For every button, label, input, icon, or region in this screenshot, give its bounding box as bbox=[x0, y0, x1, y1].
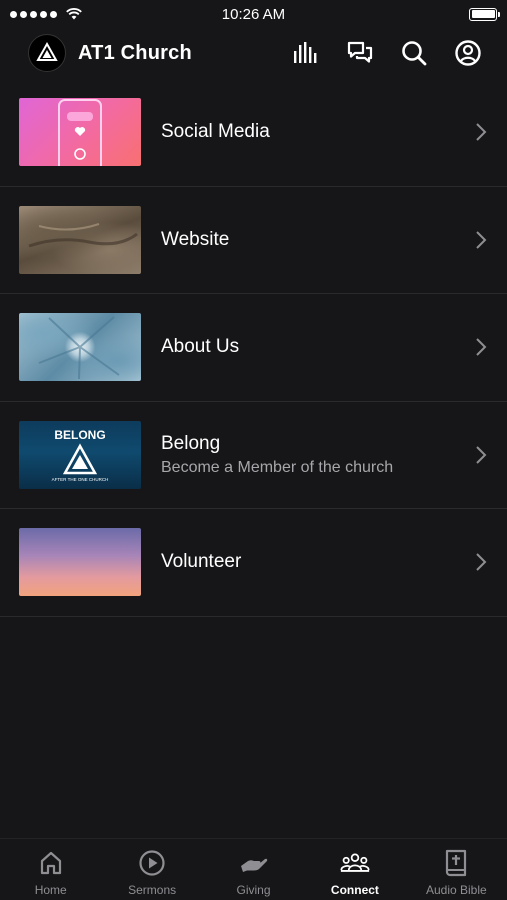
volunteer-thumbnail bbox=[19, 528, 141, 597]
connect-list: Social Media Website About Us BELONG AFT… bbox=[0, 79, 507, 617]
chevron-right-icon bbox=[476, 553, 487, 571]
list-item-belong[interactable]: BELONG AFTER THE ONE CHURCH Belong Becom… bbox=[0, 402, 507, 509]
belong-thumb-caption: AFTER THE ONE CHURCH bbox=[52, 477, 109, 482]
list-item-about-us[interactable]: About Us bbox=[0, 294, 507, 402]
tab-home[interactable]: Home bbox=[0, 839, 101, 900]
list-item-title: Website bbox=[161, 228, 230, 250]
church-logo[interactable] bbox=[28, 34, 66, 72]
list-item-title: Belong bbox=[161, 432, 221, 454]
app-title: AT1 Church bbox=[78, 41, 192, 64]
play-circle-icon bbox=[137, 848, 167, 878]
list-item-volunteer[interactable]: Volunteer bbox=[0, 509, 507, 617]
chat-icon[interactable] bbox=[345, 38, 375, 68]
social-media-thumbnail bbox=[19, 98, 141, 167]
cellular-signal-icon bbox=[10, 8, 82, 20]
list-item-title: Social Media bbox=[161, 121, 270, 143]
giving-hand-icon bbox=[239, 848, 269, 878]
tab-sermons[interactable]: Sermons bbox=[101, 839, 202, 900]
chevron-right-icon bbox=[476, 231, 487, 249]
tab-label: Sermons bbox=[128, 883, 177, 897]
list-item-title: Volunteer bbox=[161, 551, 242, 573]
chevron-right-icon bbox=[476, 123, 487, 141]
tab-label: Giving bbox=[236, 883, 271, 897]
home-icon bbox=[36, 848, 66, 878]
tab-connect[interactable]: Connect bbox=[304, 839, 405, 900]
tab-audio-bible[interactable]: Audio Bible bbox=[406, 839, 507, 900]
list-item-social-media[interactable]: Social Media bbox=[0, 79, 507, 187]
list-item-subtitle: Become a Member of the church bbox=[161, 458, 394, 476]
belong-thumbnail: BELONG AFTER THE ONE CHURCH bbox=[19, 420, 141, 489]
search-icon[interactable] bbox=[399, 38, 429, 68]
tab-label: Connect bbox=[330, 883, 379, 897]
battery-icon bbox=[469, 7, 500, 21]
people-icon bbox=[340, 848, 370, 878]
chevron-right-icon bbox=[476, 338, 487, 356]
belong-thumb-text: BELONG bbox=[54, 428, 105, 442]
church-logo-icon bbox=[36, 41, 58, 61]
tab-label: Audio Bible bbox=[425, 883, 487, 897]
list-item-title: About Us bbox=[161, 336, 240, 358]
tab-bar: Home Sermons Giving Connect Audio Bible bbox=[0, 838, 507, 900]
status-bar: 10:26 AM bbox=[0, 0, 507, 28]
wifi-icon bbox=[66, 8, 82, 20]
profile-icon[interactable] bbox=[453, 38, 483, 68]
app-header: AT1 Church bbox=[0, 28, 507, 78]
chevron-right-icon bbox=[476, 446, 487, 464]
tab-label: Home bbox=[34, 883, 67, 897]
list-item-website[interactable]: Website bbox=[0, 187, 507, 294]
audio-bars-icon[interactable] bbox=[291, 38, 321, 68]
tab-giving[interactable]: Giving bbox=[203, 839, 304, 900]
website-thumbnail bbox=[19, 205, 141, 274]
about-us-thumbnail bbox=[19, 313, 141, 382]
bible-icon bbox=[441, 848, 471, 878]
